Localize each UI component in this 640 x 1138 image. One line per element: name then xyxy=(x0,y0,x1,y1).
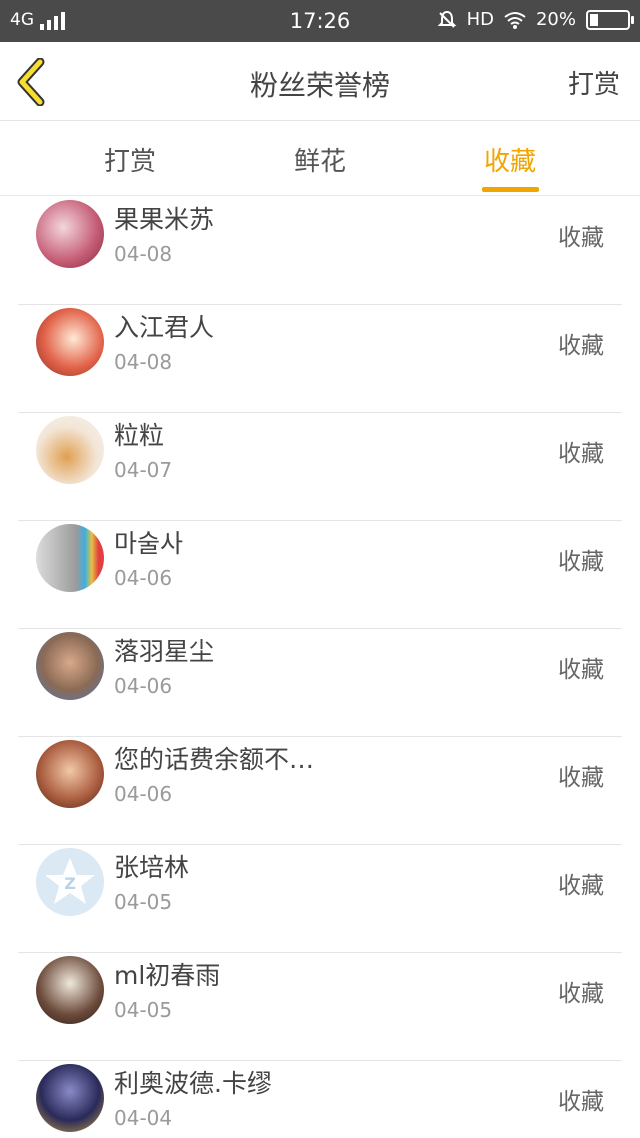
list-item[interactable]: 落羽星尘 04-06 收藏 xyxy=(18,628,622,737)
reward-button[interactable]: 打赏 xyxy=(568,64,620,101)
page-title: 粉丝荣誉榜 xyxy=(249,69,390,102)
battery-icon xyxy=(586,9,634,30)
avatar xyxy=(36,308,104,376)
svg-text:Z: Z xyxy=(64,874,76,893)
user-name: 您的话费余额不… xyxy=(114,745,315,774)
hd-indicator: HD xyxy=(466,9,494,30)
user-name: 果果米苏 xyxy=(114,205,215,234)
user-name: 粒粒 xyxy=(114,421,165,450)
user-name: ml初春雨 xyxy=(114,961,221,990)
favorite-label: 收藏 xyxy=(558,1089,604,1115)
favorite-label: 收藏 xyxy=(558,333,604,359)
list-item[interactable]: Z 张培林 04-05 收藏 xyxy=(18,844,622,953)
item-date: 04-04 xyxy=(114,1106,173,1130)
user-name: 利奥波德.卡缪 xyxy=(114,1069,272,1098)
avatar xyxy=(36,632,104,700)
battery-percent: 20% xyxy=(535,9,576,30)
list-item[interactable]: 利奥波德.卡缪 04-04 收藏 xyxy=(18,1060,622,1138)
status-bar: 4G 17:26 HD 20% xyxy=(0,0,640,42)
fan-list: 果果米苏 04-08 收藏 入江君人 04-08 收藏 粒粒 04-07 收藏 … xyxy=(0,196,640,1138)
user-name: 마술사 xyxy=(114,529,184,558)
item-date: 04-05 xyxy=(114,890,173,914)
avatar xyxy=(36,416,104,484)
status-right: HD 20% xyxy=(437,9,634,30)
list-item[interactable]: 粒粒 04-07 收藏 xyxy=(18,412,622,521)
avatar xyxy=(36,524,104,592)
tab-favorites[interactable]: 收藏 xyxy=(450,141,570,178)
favorite-label: 收藏 xyxy=(558,765,604,791)
user-name: 落羽星尘 xyxy=(114,637,215,666)
favorite-label: 收藏 xyxy=(558,225,604,251)
user-name: 张培林 xyxy=(114,853,190,882)
list-item[interactable]: 您的话费余额不… 04-06 收藏 xyxy=(18,736,622,845)
item-date: 04-08 xyxy=(114,350,173,374)
item-date: 04-08 xyxy=(114,242,173,266)
list-item[interactable]: 마술사 04-06 收藏 xyxy=(18,520,622,629)
item-date: 04-07 xyxy=(114,458,173,482)
tab-flowers[interactable]: 鲜花 xyxy=(260,141,380,178)
default-avatar: Z xyxy=(36,848,104,916)
tab-bar: 打赏 鲜花 收藏 xyxy=(0,121,640,196)
item-date: 04-05 xyxy=(114,998,173,1022)
list-item[interactable]: 果果米苏 04-08 收藏 xyxy=(18,196,622,305)
avatar xyxy=(36,1064,104,1132)
avatar xyxy=(36,740,104,808)
favorite-label: 收藏 xyxy=(558,873,604,899)
mute-bell-icon xyxy=(437,10,456,28)
favorite-label: 收藏 xyxy=(558,657,604,683)
nav-bar: 粉丝荣誉榜 打赏 xyxy=(0,42,640,121)
favorite-label: 收藏 xyxy=(558,441,604,467)
tab-reward[interactable]: 打赏 xyxy=(70,141,190,178)
list-item[interactable]: ml初春雨 04-05 收藏 xyxy=(18,952,622,1061)
wifi-icon xyxy=(504,11,526,29)
list-item[interactable]: 入江君人 04-08 收藏 xyxy=(18,304,622,413)
avatar xyxy=(36,956,104,1024)
favorite-label: 收藏 xyxy=(558,981,604,1007)
avatar xyxy=(36,200,104,268)
star-avatar-icon: Z xyxy=(45,858,95,904)
user-name: 入江君人 xyxy=(114,313,215,342)
item-date: 04-06 xyxy=(114,674,173,698)
item-date: 04-06 xyxy=(114,782,173,806)
item-date: 04-06 xyxy=(114,566,173,590)
favorite-label: 收藏 xyxy=(558,549,604,575)
active-tab-indicator xyxy=(482,187,539,192)
